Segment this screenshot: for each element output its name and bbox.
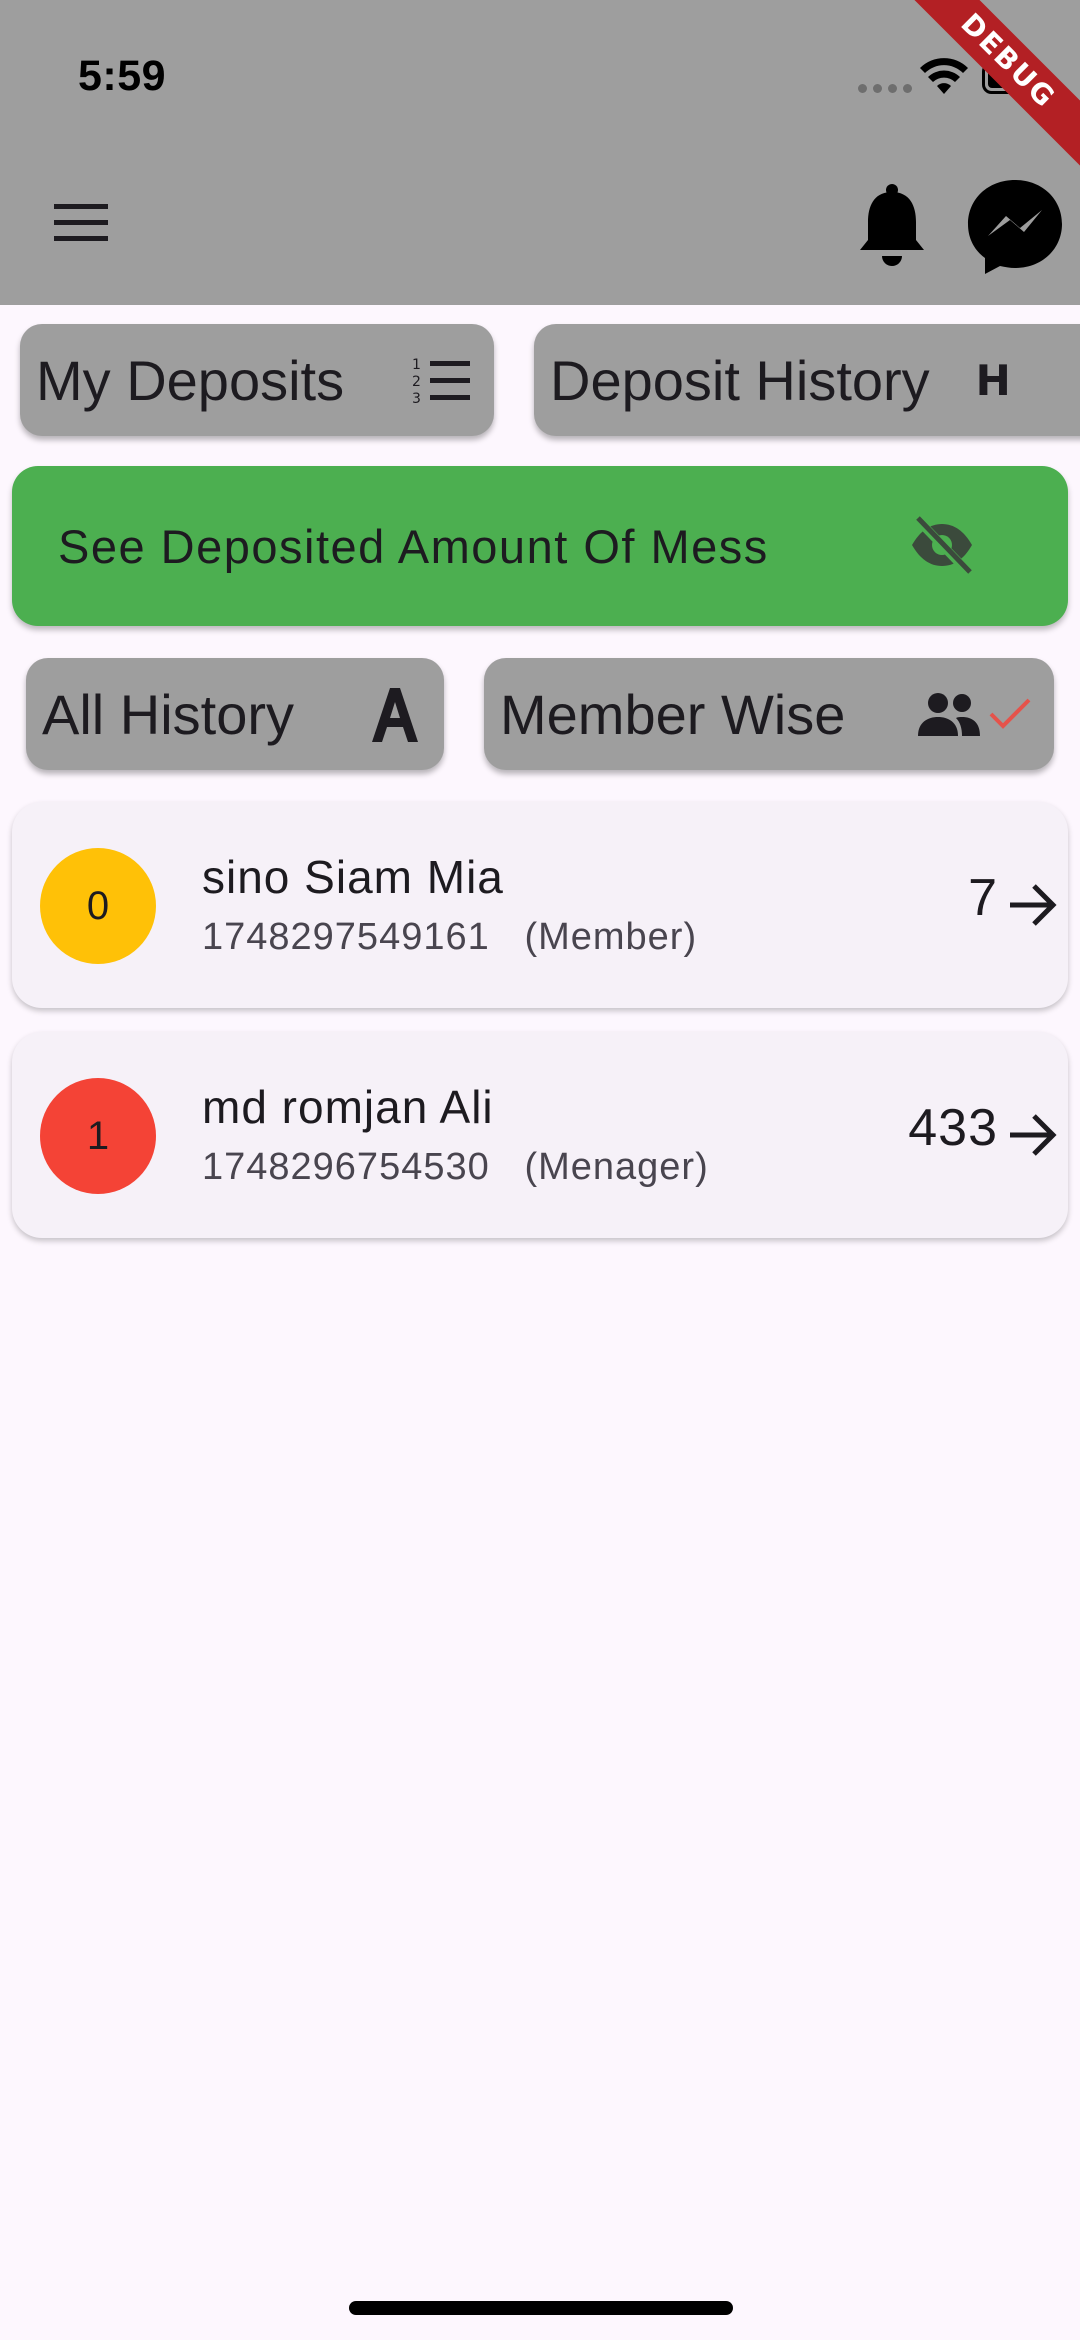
tab-my-deposits[interactable]: My Deposits 1 2 3 (20, 324, 494, 436)
member-amount: 7 (968, 869, 998, 927)
banner-text: See Deposited Amount Of Mess (58, 519, 769, 573)
notification-bell-icon[interactable] (852, 182, 932, 272)
member-role: (Menager) (524, 1146, 709, 1188)
status-time: 5:59 (78, 52, 167, 100)
see-deposited-amount-button[interactable]: See Deposited Amount Of Mess (12, 466, 1068, 626)
member-id: 1748297549161 (202, 916, 490, 958)
app-bar: 5:59 DEBUG (0, 0, 1080, 305)
visibility-off-icon[interactable] (908, 514, 976, 576)
member-name: md romjan Ali (202, 1081, 494, 1133)
people-icon (916, 692, 982, 736)
svg-text:3: 3 (412, 391, 421, 405)
avatar: 0 (40, 848, 156, 964)
avatar: 1 (40, 1078, 156, 1194)
tab-deposit-history-label: Deposit History (550, 348, 930, 412)
history-h-icon: H (975, 355, 1011, 405)
member-card[interactable]: 1 md romjan Ali 1748296754530 (Menager) … (12, 1032, 1068, 1238)
menu-button[interactable] (48, 196, 114, 250)
home-indicator[interactable] (349, 2301, 733, 2315)
messenger-icon[interactable] (964, 176, 1066, 278)
member-id-role: 1748296754530 (Menager) (202, 1146, 709, 1189)
tab-my-deposits-label: My Deposits (36, 348, 345, 412)
member-id: 1748296754530 (202, 1146, 490, 1188)
filter-member-wise-label: Member Wise (500, 682, 846, 746)
member-card[interactable]: 0 sino Siam Mia 1748297549161 (Member) 7 (12, 802, 1068, 1008)
wifi-icon (920, 58, 968, 94)
tab-deposit-history[interactable]: Deposit History H (534, 324, 1080, 436)
filter-all-history[interactable]: All History (26, 658, 444, 770)
member-role: (Member) (524, 916, 698, 958)
member-amount: 433 (908, 1099, 998, 1157)
check-icon (989, 698, 1031, 729)
arrow-forward-icon[interactable] (1006, 878, 1060, 932)
filter-member-wise[interactable]: Member Wise (484, 658, 1054, 770)
member-id-role: 1748297549161 (Member) (202, 916, 697, 959)
numbered-list-icon: 1 2 3 (412, 355, 472, 405)
cellular-signal-icon (858, 84, 912, 93)
arrow-forward-icon[interactable] (1006, 1108, 1060, 1162)
letter-a-icon (368, 684, 422, 744)
svg-text:2: 2 (412, 374, 421, 390)
member-name: sino Siam Mia (202, 851, 504, 903)
hamburger-menu-icon (54, 204, 108, 241)
filter-all-history-label: All History (42, 682, 295, 746)
svg-text:1: 1 (412, 357, 421, 373)
